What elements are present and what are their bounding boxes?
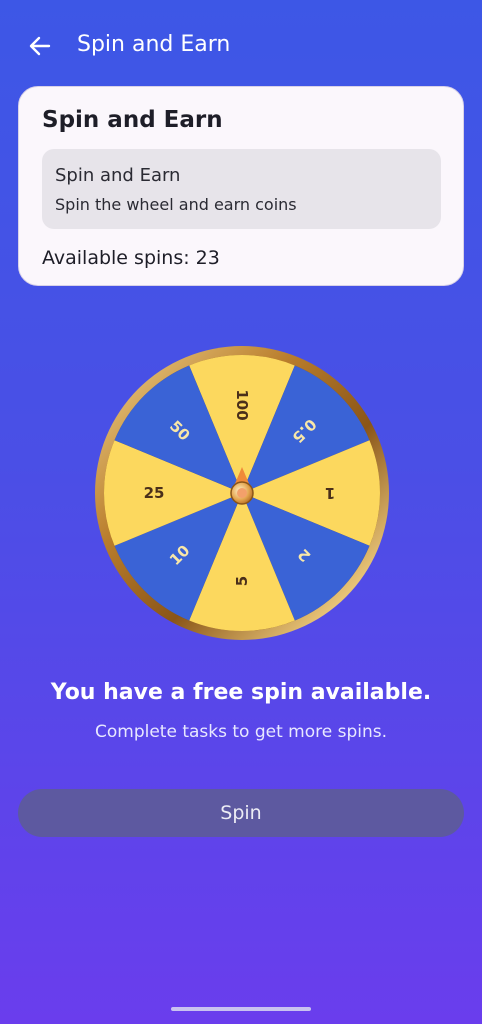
info-card: Spin and Earn Spin and Earn Spin the whe… bbox=[18, 86, 464, 286]
wheel-segment-label: 25 bbox=[144, 484, 165, 502]
spin-wheel[interactable]: 100 0.5 1 2 5 10 25 50 bbox=[94, 345, 390, 641]
home-indicator[interactable] bbox=[171, 1007, 311, 1011]
app-bar: Spin and Earn bbox=[0, 18, 482, 74]
wheel-segment-label: 1 bbox=[325, 484, 335, 502]
wheel-segment-label: 100 bbox=[233, 389, 251, 420]
free-spin-subline: Complete tasks to get more spins. bbox=[94, 722, 387, 742]
free-spin-headline: You have a free spin available. bbox=[50, 680, 432, 705]
back-button[interactable] bbox=[24, 30, 56, 62]
wheel-segment-label: 5 bbox=[233, 576, 251, 586]
info-box-subtitle: Spin the wheel and earn coins bbox=[55, 195, 297, 214]
arrow-left-icon bbox=[29, 36, 51, 56]
info-box-title: Spin and Earn bbox=[55, 165, 181, 186]
spin-button[interactable]: Spin bbox=[18, 789, 464, 837]
card-title: Spin and Earn bbox=[42, 107, 223, 133]
page-title: Spin and Earn bbox=[77, 32, 231, 57]
info-box: Spin and Earn Spin the wheel and earn co… bbox=[42, 149, 441, 229]
available-spins-text: Available spins: 23 bbox=[42, 247, 220, 269]
